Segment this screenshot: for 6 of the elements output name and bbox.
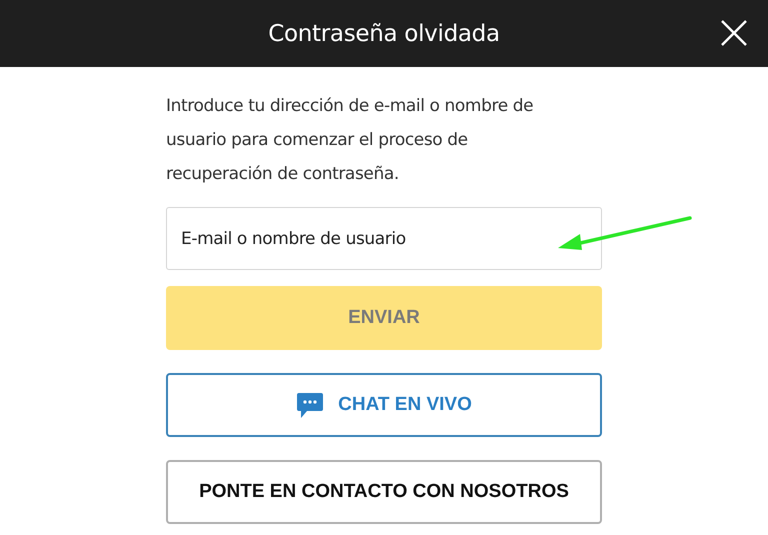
live-chat-button[interactable]: CHAT EN VIVO [166,373,602,437]
dialog-title: Contraseña olvidada [268,20,500,46]
instruction-text: Introduce tu dirección de e-mail o nombre de usuario para comenzar el proceso de recuperación de contraseña. [166,95,534,186]
email-username-field[interactable]: E-mail o nombre de usuario [166,207,602,270]
chat-icon [296,392,324,418]
contact-button[interactable]: PONTE EN CONTACTO CON NOSOTROS [166,460,602,524]
